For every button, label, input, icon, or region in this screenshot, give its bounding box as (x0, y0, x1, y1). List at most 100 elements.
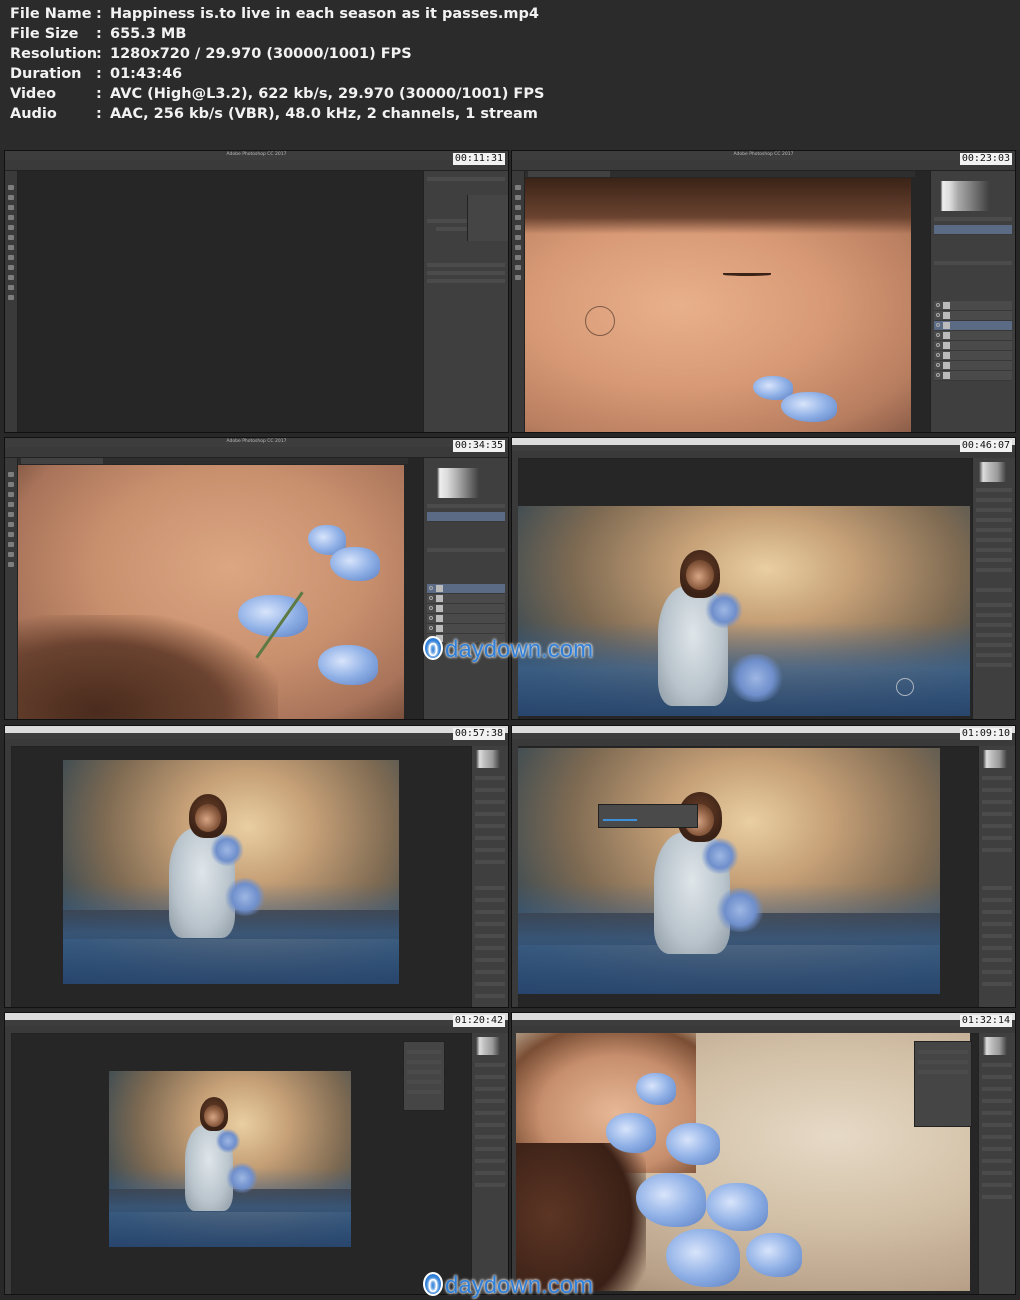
action-row[interactable] (976, 558, 1012, 562)
video-frame-8[interactable]: 01:32:14 (511, 1012, 1016, 1295)
eye-icon[interactable] (936, 363, 940, 367)
layer-row[interactable] (976, 603, 1012, 607)
panel-row[interactable] (475, 1075, 505, 1079)
layer-row[interactable] (475, 958, 505, 962)
layer-row[interactable] (427, 604, 505, 614)
panel-row[interactable] (475, 836, 505, 840)
layer-row[interactable] (427, 584, 505, 594)
properties-slider[interactable] (407, 1080, 441, 1084)
panel-row[interactable] (475, 1159, 505, 1163)
action-row[interactable] (976, 538, 1012, 542)
panel-row[interactable] (475, 1123, 505, 1127)
document-tab[interactable] (528, 171, 610, 177)
action-frequency-separation[interactable] (427, 512, 505, 522)
panel-row[interactable] (475, 788, 505, 792)
layer-row[interactable] (982, 898, 1012, 902)
layer-row[interactable] (982, 970, 1012, 974)
layer-row[interactable] (982, 958, 1012, 962)
properties-row[interactable] (407, 1060, 441, 1064)
layer-row[interactable] (427, 624, 505, 634)
properties-row[interactable] (407, 1050, 441, 1054)
layer-row[interactable] (976, 663, 1012, 667)
layer-row[interactable] (934, 331, 1012, 341)
video-frame-7[interactable]: 01:20:42 (4, 1012, 509, 1295)
layer-row[interactable] (976, 643, 1012, 647)
panel-row[interactable] (982, 1195, 1012, 1199)
action-row[interactable] (976, 548, 1012, 552)
canvas-image[interactable] (516, 1033, 970, 1291)
properties-slider[interactable] (407, 1070, 441, 1074)
layer-row[interactable] (976, 653, 1012, 657)
canvas-image[interactable] (525, 178, 911, 432)
panel-row[interactable] (475, 1099, 505, 1103)
layer-row[interactable] (982, 910, 1012, 914)
layer-row[interactable] (934, 341, 1012, 351)
layer-row[interactable] (475, 886, 505, 890)
video-frame-1[interactable]: Adobe Photoshop CC 2017 00:11:31 (4, 150, 509, 433)
video-frame-2[interactable]: Adobe Photoshop CC 2017 00:23:03 (511, 150, 1016, 433)
panel-row[interactable] (982, 1135, 1012, 1139)
layer-row[interactable] (427, 614, 505, 624)
canvas-image[interactable] (518, 506, 970, 716)
layer-row[interactable] (475, 970, 505, 974)
layer-row[interactable] (976, 633, 1012, 637)
layer-row[interactable] (982, 982, 1012, 986)
eye-icon[interactable] (936, 323, 940, 327)
panel-row[interactable] (982, 848, 1012, 852)
video-frame-5[interactable]: 00:57:38 (4, 725, 509, 1008)
panel-row[interactable] (982, 1159, 1012, 1163)
action-row[interactable] (976, 498, 1012, 502)
panel-row[interactable] (982, 788, 1012, 792)
panel-row[interactable] (982, 836, 1012, 840)
panel-row[interactable] (982, 1087, 1012, 1091)
document-tab[interactable] (21, 458, 103, 464)
eye-icon[interactable] (429, 616, 433, 620)
eye-icon[interactable] (936, 313, 940, 317)
eye-icon[interactable] (429, 596, 433, 600)
panel-row[interactable] (982, 1099, 1012, 1103)
panel-row[interactable] (982, 776, 1012, 780)
action-row[interactable] (976, 518, 1012, 522)
panel-row[interactable] (475, 1171, 505, 1175)
layer-row[interactable] (475, 910, 505, 914)
layer-row[interactable] (934, 301, 1012, 311)
eye-icon[interactable] (429, 586, 433, 590)
panel-row[interactable] (982, 1147, 1012, 1151)
properties-row[interactable] (918, 1060, 968, 1064)
panel-row[interactable] (982, 812, 1012, 816)
layer-row[interactable] (427, 594, 505, 604)
layer-row[interactable] (934, 361, 1012, 371)
layer-row[interactable] (475, 934, 505, 938)
eye-icon[interactable] (936, 373, 940, 377)
panel-row[interactable] (475, 776, 505, 780)
panel-row[interactable] (475, 860, 505, 864)
panel-row[interactable] (475, 824, 505, 828)
panel-row[interactable] (475, 1087, 505, 1091)
panel-row[interactable] (982, 1063, 1012, 1067)
layer-row[interactable] (982, 886, 1012, 890)
panel-row[interactable] (475, 1147, 505, 1151)
panel-row[interactable] (982, 1171, 1012, 1175)
layer-row[interactable] (475, 922, 505, 926)
eye-icon[interactable] (429, 606, 433, 610)
eye-icon[interactable] (936, 303, 940, 307)
video-frame-4[interactable]: 00:46:07 (511, 437, 1016, 720)
layer-row[interactable] (976, 623, 1012, 627)
action-row[interactable] (976, 528, 1012, 532)
panel-row[interactable] (475, 848, 505, 852)
layer-row[interactable] (982, 934, 1012, 938)
layer-row[interactable] (934, 321, 1012, 331)
panel-row[interactable] (982, 1123, 1012, 1127)
panel-row[interactable] (475, 1135, 505, 1139)
canvas-image[interactable] (18, 465, 404, 719)
properties-row[interactable] (918, 1070, 968, 1074)
video-frame-6[interactable]: 01:09:10 (511, 725, 1016, 1008)
panel-row[interactable] (982, 1111, 1012, 1115)
layer-row[interactable] (475, 994, 505, 998)
layer-row[interactable] (475, 982, 505, 986)
layer-row[interactable] (934, 371, 1012, 381)
layer-row[interactable] (982, 946, 1012, 950)
layer-row[interactable] (475, 946, 505, 950)
layer-row[interactable] (475, 898, 505, 902)
eye-icon[interactable] (936, 333, 940, 337)
